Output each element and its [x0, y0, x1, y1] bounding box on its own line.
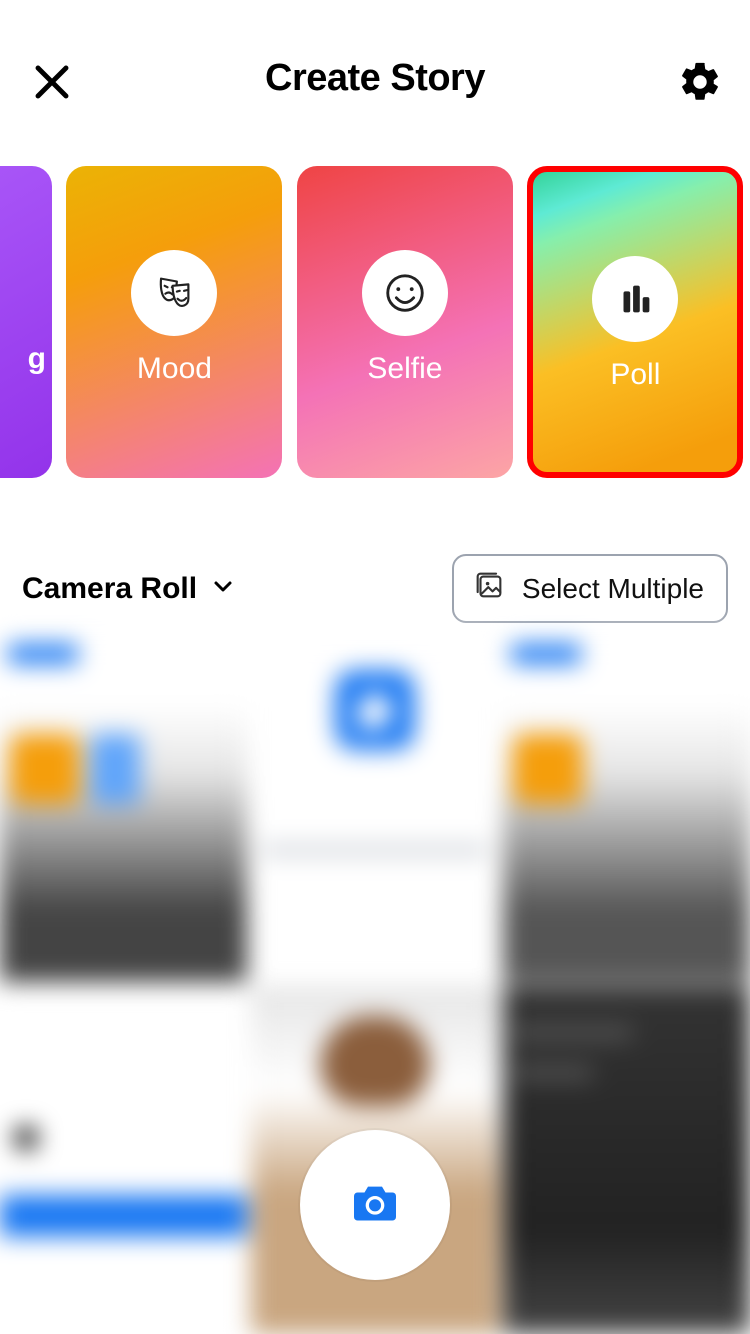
media-source-label: Camera Roll — [22, 572, 197, 606]
select-multiple-label: Select Multiple — [522, 573, 704, 605]
gallery-thumb[interactable] — [251, 634, 498, 982]
close-button[interactable] — [28, 60, 76, 108]
story-card-mood[interactable]: Mood — [66, 166, 282, 478]
story-card-poll[interactable]: Poll — [527, 166, 743, 478]
story-card-previous-partial[interactable]: g — [0, 166, 52, 478]
story-card-label-partial: g — [28, 342, 46, 376]
smiley-icon — [362, 250, 448, 336]
story-card-label: Mood — [66, 352, 282, 386]
story-card-label: Poll — [533, 358, 737, 392]
gallery-thumb[interactable] — [503, 634, 750, 982]
poll-bars-icon — [592, 256, 678, 342]
gallery-thumb[interactable] — [0, 986, 247, 1334]
gear-icon — [677, 59, 723, 110]
camera-capture-button[interactable] — [300, 1130, 450, 1280]
media-source-dropdown[interactable]: Camera Roll — [22, 572, 235, 606]
camera-icon — [347, 1175, 403, 1236]
masks-icon — [131, 250, 217, 336]
close-icon — [31, 61, 73, 108]
gallery-thumb[interactable] — [503, 986, 750, 1334]
gallery-icon — [472, 568, 506, 609]
story-card-selfie[interactable]: Selfie — [297, 166, 513, 478]
page-title: Create Story — [265, 57, 485, 100]
media-source-row: Camera Roll Select Multiple — [0, 554, 750, 623]
header-bar: Create Story — [0, 0, 750, 130]
story-type-carousel[interactable]: g Mood Selfie — [0, 166, 750, 478]
chevron-down-icon — [211, 572, 235, 606]
story-card-label: Selfie — [297, 352, 513, 386]
select-multiple-button[interactable]: Select Multiple — [452, 554, 728, 623]
settings-button[interactable] — [674, 58, 726, 110]
gallery-thumb[interactable] — [0, 634, 247, 982]
